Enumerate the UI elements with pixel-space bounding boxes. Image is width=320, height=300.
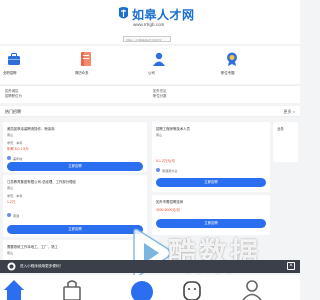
job-salary: 5-1.2万元/月 xyxy=(156,159,175,163)
section-title: 热门招聘 xyxy=(5,109,21,114)
header: 如皋人才网 www.rrtrgb.com 搜索 / 请搜索职位关键字 xyxy=(0,0,300,44)
logo-url: www.rrtrgb.com xyxy=(133,22,165,27)
category-topics[interactable]: 职位专题 xyxy=(221,51,261,75)
job-salary: 1.2万 xyxy=(7,200,16,204)
more-link[interactable]: 更多 > xyxy=(284,109,295,115)
company-name: 南通 xyxy=(13,214,20,218)
job-title: 如外市需招聘技师 xyxy=(156,200,184,204)
job-location: 南山 xyxy=(156,133,163,137)
job-card[interactable]: 江苏教育集团有限公司-总经理、工作部分理经 南山 学历：本科 1.2万 南通 立… xyxy=(3,175,147,237)
city-desc: 职位分数 xyxy=(153,94,167,98)
job-title: 招聘工程师等技术人员 xyxy=(156,127,190,131)
job-education: 学历：本科 xyxy=(7,194,23,198)
apply-button[interactable]: 立即应聘 xyxy=(156,178,266,187)
category-nav: 全职招聘 简历众多 公司 职位专题 xyxy=(0,46,300,84)
job-location: 南山 xyxy=(7,251,14,255)
briefcase-icon xyxy=(8,53,20,65)
resume-icon xyxy=(81,52,91,66)
badge-icon xyxy=(227,52,237,66)
tab-message-icon[interactable] xyxy=(180,278,204,300)
category-label: 职位专题 xyxy=(221,71,235,75)
category-label: 公司 xyxy=(148,71,155,75)
job-title: 江苏教育集团有限公司-总经理、工作部分理经 xyxy=(7,180,76,184)
category-label: 简历众多 xyxy=(75,71,89,75)
category-resume[interactable]: 简历众多 xyxy=(75,51,115,75)
job-card[interactable]: 美凯如皋涂装聘请操作、喷涂岗 南山 学历：本科 年薪 5.0-1.5万 美年地 … xyxy=(3,122,147,172)
job-location: 南山 xyxy=(7,133,14,137)
city-strip: 如外城区 招聘职位为 如外东区 职位分数 xyxy=(0,85,300,103)
job-salary: 年薪 5.0-1.5万 xyxy=(7,147,29,151)
category-label: 全职招聘 xyxy=(3,71,17,75)
category-company[interactable]: 公司 xyxy=(148,51,188,75)
miniprogram-icon xyxy=(7,262,16,271)
site-logo[interactable]: 如皋人才网 www.rrtrgb.com xyxy=(117,5,194,31)
bottom-tab-bar xyxy=(0,275,300,300)
job-location: 南山 xyxy=(7,186,14,190)
person-icon xyxy=(153,52,165,66)
category-fulltime[interactable]: 全职招聘 xyxy=(3,51,43,75)
job-card[interactable]: 招聘工程师等技术人员 南山 急 5-1.2万元/月 南通某外企 立即应聘 xyxy=(152,122,270,192)
logo-icon xyxy=(119,7,128,19)
tab-jobs-icon[interactable] xyxy=(60,278,84,300)
city-item[interactable]: 如外东区 职位分数 xyxy=(153,89,167,99)
company-avatar xyxy=(156,168,160,172)
company-name: 美年地 xyxy=(13,157,23,161)
job-card[interactable]: 业务 xyxy=(273,122,298,162)
job-salary: 3000-5000元/月 xyxy=(156,208,180,212)
company-name: 南通某外企 xyxy=(162,169,178,173)
apply-button[interactable]: 立即应聘 xyxy=(7,225,143,234)
logo-text: 如皋人才网 xyxy=(132,8,195,22)
tab-center-icon[interactable] xyxy=(130,278,154,300)
job-title: 需要熟练工作本地工、工厂、熟工 xyxy=(7,245,58,249)
job-education: 学历：本科 xyxy=(7,141,23,145)
section-header: 热门招聘 更多 > xyxy=(0,106,300,117)
banner-text: 进入小程序使用更多便利！ xyxy=(20,264,64,268)
tab-profile-icon[interactable] xyxy=(240,278,264,300)
company-avatar xyxy=(7,213,11,217)
miniprogram-banner[interactable]: 进入小程序使用更多便利！ × xyxy=(0,260,300,273)
apply-button[interactable]: 立即应聘 xyxy=(156,219,266,228)
job-title: 美凯如皋涂装聘请操作、喷涂岗 xyxy=(7,127,55,131)
close-icon[interactable]: × xyxy=(287,262,295,270)
search-input[interactable]: 搜索 / 请搜索职位关键字 xyxy=(123,36,171,42)
job-title: 业务 xyxy=(277,127,284,131)
job-card[interactable]: 需要熟练工作本地工、工厂、熟工 南山 xyxy=(3,240,147,262)
company-avatar xyxy=(7,156,11,160)
apply-button[interactable]: 立即应聘 xyxy=(7,162,143,171)
tab-home-icon[interactable] xyxy=(2,278,26,300)
city-desc: 招聘职位为 xyxy=(5,94,22,98)
city-item[interactable]: 如外城区 招聘职位为 xyxy=(5,89,22,99)
